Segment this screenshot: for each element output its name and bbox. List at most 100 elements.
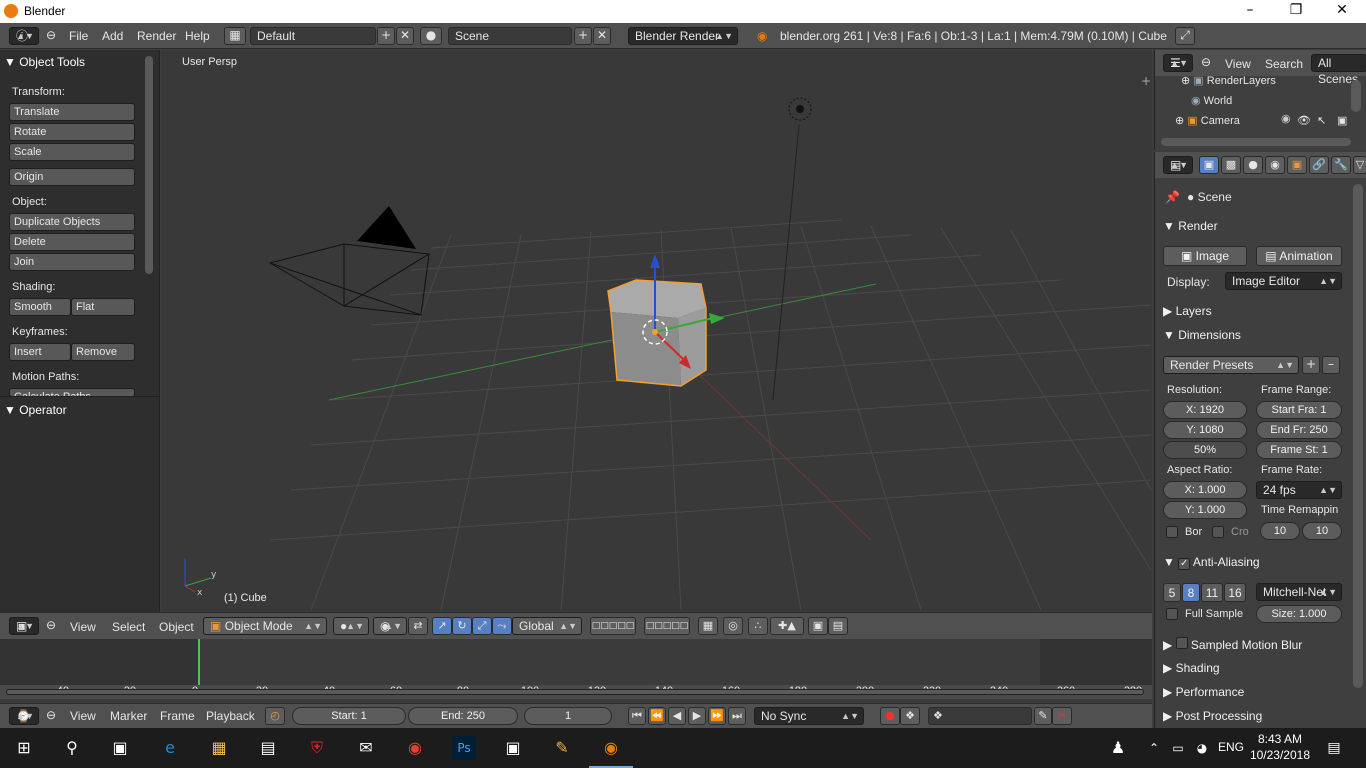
remap-new-field[interactable]: 10 bbox=[1302, 522, 1342, 540]
scene-add-icon[interactable]: + bbox=[574, 27, 592, 45]
pin-icon[interactable]: 📌 bbox=[1165, 190, 1180, 204]
menu-view-timeline[interactable]: View bbox=[70, 709, 96, 723]
translate-button[interactable]: Translate bbox=[9, 103, 135, 121]
layout-add-icon[interactable]: + bbox=[377, 27, 395, 45]
insert-keyframe-button[interactable]: Insert bbox=[9, 343, 71, 361]
outliner-search-menu[interactable]: Search bbox=[1265, 57, 1303, 71]
full-sample-checkbox[interactable] bbox=[1166, 608, 1178, 620]
menu-object[interactable]: Object bbox=[159, 620, 194, 634]
properties-scrollbar[interactable] bbox=[1353, 184, 1363, 688]
aspect-y-field[interactable]: Y: 1.000 bbox=[1163, 501, 1247, 519]
play-reverse-icon[interactable]: ◀ bbox=[668, 707, 686, 725]
show-hidden-icons-chevron-icon[interactable]: ⌃ bbox=[1142, 736, 1166, 760]
end-frame-field[interactable]: End: 250 bbox=[408, 707, 518, 725]
outliner-item-renderlayers[interactable]: ⊕ ▣ RenderLayers bbox=[1181, 74, 1276, 87]
start-frame-field[interactable]: Start: 1 bbox=[292, 707, 406, 725]
aspect-x-field[interactable]: X: 1.000 bbox=[1163, 481, 1247, 499]
remove-preset-icon[interactable]: – bbox=[1322, 356, 1340, 374]
action-center-icon[interactable]: ▤ bbox=[1322, 736, 1346, 760]
fullscreen-icon[interactable]: ⤢ bbox=[1175, 27, 1195, 45]
shading-mode-select[interactable]: ● ▲▼ bbox=[333, 617, 369, 635]
editor-type-info-icon[interactable]: ⓘ ▲▼ bbox=[9, 27, 39, 45]
mode-select[interactable]: ▣ Object Mode ▲▼ bbox=[203, 617, 327, 635]
layout-browse-icon[interactable]: ▦ bbox=[224, 27, 246, 45]
performance-panel-header[interactable]: ▶ Performance bbox=[1163, 685, 1244, 699]
clock-date[interactable]: 10/23/2018 bbox=[1238, 748, 1310, 762]
clock-time[interactable]: 8:43 AM bbox=[1254, 732, 1302, 746]
display-select[interactable]: Image Editor ▲▼ bbox=[1225, 272, 1342, 290]
manipulator-toggle-icon[interactable]: ⇄ bbox=[408, 617, 428, 635]
mail-icon[interactable]: ✉ bbox=[354, 736, 378, 760]
jump-keyframe-forward-icon[interactable]: ⏩ bbox=[708, 707, 726, 725]
edge-browser-icon[interactable]: e bbox=[158, 736, 182, 760]
render-engine-select[interactable]: Blender Render ▲▼ bbox=[628, 27, 738, 45]
auto-keying-record-icon[interactable]: ● bbox=[880, 707, 900, 725]
menu-view[interactable]: View bbox=[70, 620, 96, 634]
collapse-menu-icon[interactable]: ⊖ bbox=[46, 28, 56, 42]
layout-delete-icon[interactable]: ✕ bbox=[396, 27, 414, 45]
jump-start-icon[interactable]: ⏮ bbox=[628, 707, 646, 725]
frame-rate-select[interactable]: 24 fps ▲▼ bbox=[1256, 481, 1342, 499]
manipulator-extra-icon[interactable]: ⤳ bbox=[492, 617, 512, 635]
layers-grid-a[interactable]: □□□□□ bbox=[590, 617, 636, 635]
selectability-cursor-icon[interactable]: ↖ bbox=[1317, 114, 1326, 127]
keying-set-icon[interactable]: ❖ bbox=[900, 707, 920, 725]
start-frame-prop-field[interactable]: Start Fra: 1 bbox=[1256, 401, 1342, 419]
remap-old-field[interactable]: 10 bbox=[1260, 522, 1300, 540]
jump-keyframe-back-icon[interactable]: ⏪ bbox=[648, 707, 666, 725]
collapse-menu-icon[interactable]: ⊖ bbox=[1201, 55, 1211, 69]
editor-type-3d-icon[interactable]: ▣ ▲▼ bbox=[9, 617, 39, 635]
rotate-button[interactable]: Rotate bbox=[9, 123, 135, 141]
aa-samples-8[interactable]: 8 bbox=[1182, 583, 1200, 602]
paint-icon[interactable]: ✎ bbox=[550, 736, 574, 760]
search-icon[interactable]: ⚲ bbox=[60, 736, 84, 760]
resolution-y-field[interactable]: Y: 1080 bbox=[1163, 421, 1247, 439]
delete-keyframe-icon[interactable]: ✂ bbox=[1052, 707, 1072, 725]
constraints-tab-icon[interactable]: 🔗 bbox=[1309, 156, 1329, 174]
scene-tab-icon[interactable]: ● bbox=[1243, 156, 1263, 174]
filter-size-field[interactable]: Size: 1.000 bbox=[1256, 605, 1342, 623]
editor-type-timeline-icon[interactable]: ⌚ ▲▼ bbox=[9, 707, 39, 725]
motion-blur-checkbox[interactable] bbox=[1175, 637, 1188, 649]
aa-samples-16[interactable]: 16 bbox=[1224, 583, 1246, 602]
outliner-item-camera[interactable]: ⊕ ▣ Camera bbox=[1175, 114, 1240, 127]
people-icon[interactable]: ♟ bbox=[1106, 736, 1130, 760]
mcafee-icon[interactable]: ⛨ bbox=[305, 736, 329, 760]
render-opengl-icon[interactable]: ▣ bbox=[808, 617, 828, 635]
render-layers-tab-icon[interactable]: ▩ bbox=[1221, 156, 1241, 174]
start-windows-icon[interactable]: ⊞ bbox=[12, 736, 36, 760]
flat-button[interactable]: Flat bbox=[71, 298, 135, 316]
menu-frame[interactable]: Frame bbox=[160, 709, 195, 723]
active-keying-set-field[interactable]: ❖ bbox=[928, 707, 1032, 725]
collapse-menu-icon[interactable]: ⊖ bbox=[46, 708, 56, 722]
duplicate-objects-button[interactable]: Duplicate Objects bbox=[9, 213, 135, 231]
end-frame-prop-field[interactable]: End Fr: 250 bbox=[1256, 421, 1342, 439]
render-animation-opengl-icon[interactable]: ▤ bbox=[828, 617, 848, 635]
render-tab-icon[interactable]: ▣ bbox=[1199, 156, 1219, 174]
menu-playback[interactable]: Playback bbox=[206, 709, 255, 723]
lock-layers-icon[interactable]: ▦ bbox=[698, 617, 718, 635]
file-explorer-icon[interactable]: ▦ bbox=[207, 736, 231, 760]
snap-toggle-icon[interactable]: ∴ bbox=[748, 617, 768, 635]
scene-delete-icon[interactable]: ✕ bbox=[593, 27, 611, 45]
origin-button[interactable]: Origin bbox=[9, 168, 135, 186]
delete-button[interactable]: Delete bbox=[9, 233, 135, 251]
visibility-eye-icon[interactable]: 👁 bbox=[1297, 114, 1311, 127]
scene-name-field[interactable]: Scene bbox=[448, 27, 572, 45]
current-frame-cursor[interactable] bbox=[198, 639, 200, 685]
object-tools-header[interactable]: ▼ Object Tools bbox=[4, 55, 85, 69]
outliner-item-world[interactable]: ◉ World bbox=[1191, 94, 1232, 107]
resolution-x-field[interactable]: X: 1920 bbox=[1163, 401, 1247, 419]
motion-blur-panel-header[interactable]: ▶ Sampled Motion Blur bbox=[1163, 637, 1302, 652]
jump-end-icon[interactable]: ⏭ bbox=[728, 707, 746, 725]
menu-select[interactable]: Select bbox=[112, 620, 145, 634]
outliner-h-scrollbar[interactable] bbox=[1161, 138, 1351, 146]
anti-aliasing-panel-header[interactable]: ▼ ✓ Anti-Aliasing bbox=[1163, 555, 1260, 570]
camera-data-icon[interactable]: ◉ bbox=[1281, 112, 1291, 125]
aa-filter-select[interactable]: Mitchell-Net ▲▼ bbox=[1256, 583, 1342, 601]
menu-add[interactable]: Add bbox=[102, 29, 123, 43]
operator-header[interactable]: ▼ Operator bbox=[4, 403, 67, 417]
blender-taskbar-icon[interactable]: ◉ bbox=[599, 736, 623, 760]
minimize-icon[interactable]: – bbox=[1227, 0, 1273, 23]
renderability-camera-icon[interactable]: ▣ bbox=[1337, 114, 1347, 127]
